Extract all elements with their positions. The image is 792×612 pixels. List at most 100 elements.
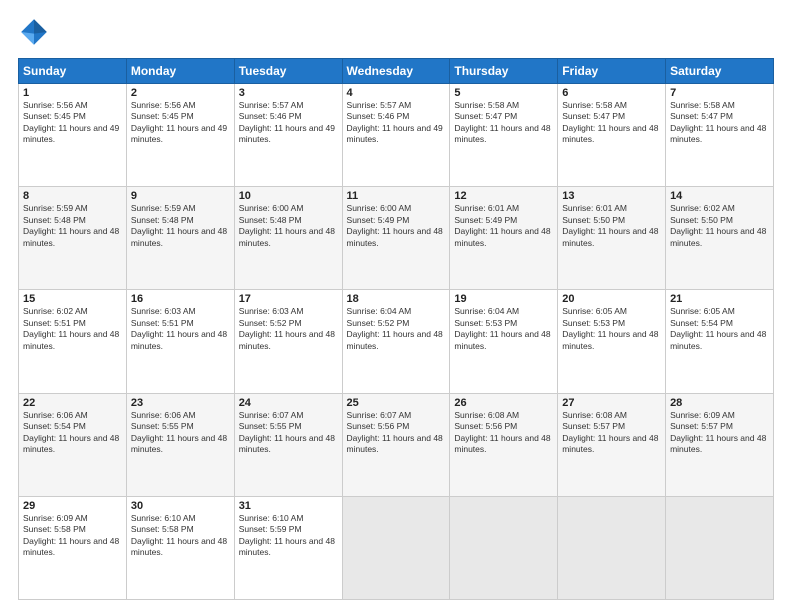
calendar-cell: 8Sunrise: 5:59 AMSunset: 5:48 PMDaylight…	[19, 187, 127, 290]
day-info: Sunrise: 6:06 AMSunset: 5:55 PMDaylight:…	[131, 410, 227, 454]
day-number: 29	[23, 500, 122, 512]
calendar-cell	[450, 496, 558, 599]
day-info: Sunrise: 6:10 AMSunset: 5:59 PMDaylight:…	[239, 513, 335, 557]
calendar-header-row: SundayMondayTuesdayWednesdayThursdayFrid…	[19, 59, 774, 84]
calendar-cell: 17Sunrise: 6:03 AMSunset: 5:52 PMDayligh…	[234, 290, 342, 393]
calendar-cell: 2Sunrise: 5:56 AMSunset: 5:45 PMDaylight…	[126, 84, 234, 187]
calendar-cell: 19Sunrise: 6:04 AMSunset: 5:53 PMDayligh…	[450, 290, 558, 393]
day-number: 13	[562, 190, 661, 202]
day-number: 6	[562, 87, 661, 99]
calendar-cell	[666, 496, 774, 599]
day-info: Sunrise: 6:06 AMSunset: 5:54 PMDaylight:…	[23, 410, 119, 454]
day-number: 14	[670, 190, 769, 202]
day-info: Sunrise: 6:04 AMSunset: 5:53 PMDaylight:…	[454, 306, 550, 350]
day-number: 3	[239, 87, 338, 99]
day-number: 2	[131, 87, 230, 99]
calendar-week-5: 29Sunrise: 6:09 AMSunset: 5:58 PMDayligh…	[19, 496, 774, 599]
day-info: Sunrise: 6:01 AMSunset: 5:50 PMDaylight:…	[562, 203, 658, 247]
calendar-cell: 16Sunrise: 6:03 AMSunset: 5:51 PMDayligh…	[126, 290, 234, 393]
day-number: 25	[347, 397, 446, 409]
day-number: 19	[454, 293, 553, 305]
calendar-cell: 20Sunrise: 6:05 AMSunset: 5:53 PMDayligh…	[558, 290, 666, 393]
calendar-cell: 15Sunrise: 6:02 AMSunset: 5:51 PMDayligh…	[19, 290, 127, 393]
day-info: Sunrise: 5:59 AMSunset: 5:48 PMDaylight:…	[23, 203, 119, 247]
day-number: 20	[562, 293, 661, 305]
day-number: 28	[670, 397, 769, 409]
day-number: 21	[670, 293, 769, 305]
calendar-cell: 21Sunrise: 6:05 AMSunset: 5:54 PMDayligh…	[666, 290, 774, 393]
calendar-cell: 1Sunrise: 5:56 AMSunset: 5:45 PMDaylight…	[19, 84, 127, 187]
day-number: 11	[347, 190, 446, 202]
calendar-cell	[342, 496, 450, 599]
calendar-cell: 18Sunrise: 6:04 AMSunset: 5:52 PMDayligh…	[342, 290, 450, 393]
calendar-cell: 26Sunrise: 6:08 AMSunset: 5:56 PMDayligh…	[450, 393, 558, 496]
day-number: 7	[670, 87, 769, 99]
calendar-cell: 25Sunrise: 6:07 AMSunset: 5:56 PMDayligh…	[342, 393, 450, 496]
calendar-cell: 31Sunrise: 6:10 AMSunset: 5:59 PMDayligh…	[234, 496, 342, 599]
day-number: 15	[23, 293, 122, 305]
day-number: 1	[23, 87, 122, 99]
day-number: 8	[23, 190, 122, 202]
day-info: Sunrise: 5:59 AMSunset: 5:48 PMDaylight:…	[131, 203, 227, 247]
day-header-saturday: Saturday	[666, 59, 774, 84]
day-header-wednesday: Wednesday	[342, 59, 450, 84]
day-info: Sunrise: 6:03 AMSunset: 5:51 PMDaylight:…	[131, 306, 227, 350]
day-info: Sunrise: 6:10 AMSunset: 5:58 PMDaylight:…	[131, 513, 227, 557]
day-info: Sunrise: 6:09 AMSunset: 5:57 PMDaylight:…	[670, 410, 766, 454]
day-info: Sunrise: 6:02 AMSunset: 5:50 PMDaylight:…	[670, 203, 766, 247]
day-number: 23	[131, 397, 230, 409]
day-info: Sunrise: 6:00 AMSunset: 5:49 PMDaylight:…	[347, 203, 443, 247]
day-info: Sunrise: 6:03 AMSunset: 5:52 PMDaylight:…	[239, 306, 335, 350]
calendar-cell: 30Sunrise: 6:10 AMSunset: 5:58 PMDayligh…	[126, 496, 234, 599]
day-header-thursday: Thursday	[450, 59, 558, 84]
calendar-cell: 22Sunrise: 6:06 AMSunset: 5:54 PMDayligh…	[19, 393, 127, 496]
calendar-cell: 12Sunrise: 6:01 AMSunset: 5:49 PMDayligh…	[450, 187, 558, 290]
day-info: Sunrise: 5:57 AMSunset: 5:46 PMDaylight:…	[347, 100, 443, 144]
calendar-cell: 10Sunrise: 6:00 AMSunset: 5:48 PMDayligh…	[234, 187, 342, 290]
day-info: Sunrise: 5:56 AMSunset: 5:45 PMDaylight:…	[23, 100, 119, 144]
day-info: Sunrise: 5:58 AMSunset: 5:47 PMDaylight:…	[562, 100, 658, 144]
day-number: 24	[239, 397, 338, 409]
day-number: 31	[239, 500, 338, 512]
day-info: Sunrise: 5:58 AMSunset: 5:47 PMDaylight:…	[454, 100, 550, 144]
day-number: 4	[347, 87, 446, 99]
day-number: 9	[131, 190, 230, 202]
day-header-sunday: Sunday	[19, 59, 127, 84]
calendar-cell: 11Sunrise: 6:00 AMSunset: 5:49 PMDayligh…	[342, 187, 450, 290]
day-header-monday: Monday	[126, 59, 234, 84]
day-number: 5	[454, 87, 553, 99]
calendar-cell: 13Sunrise: 6:01 AMSunset: 5:50 PMDayligh…	[558, 187, 666, 290]
calendar-cell: 14Sunrise: 6:02 AMSunset: 5:50 PMDayligh…	[666, 187, 774, 290]
day-number: 10	[239, 190, 338, 202]
calendar-cell: 5Sunrise: 5:58 AMSunset: 5:47 PMDaylight…	[450, 84, 558, 187]
calendar-week-2: 8Sunrise: 5:59 AMSunset: 5:48 PMDaylight…	[19, 187, 774, 290]
header	[18, 16, 774, 48]
day-header-friday: Friday	[558, 59, 666, 84]
calendar-cell: 23Sunrise: 6:06 AMSunset: 5:55 PMDayligh…	[126, 393, 234, 496]
day-number: 26	[454, 397, 553, 409]
calendar-cell: 28Sunrise: 6:09 AMSunset: 5:57 PMDayligh…	[666, 393, 774, 496]
logo	[18, 16, 56, 48]
calendar-week-4: 22Sunrise: 6:06 AMSunset: 5:54 PMDayligh…	[19, 393, 774, 496]
calendar-week-1: 1Sunrise: 5:56 AMSunset: 5:45 PMDaylight…	[19, 84, 774, 187]
calendar-cell: 3Sunrise: 5:57 AMSunset: 5:46 PMDaylight…	[234, 84, 342, 187]
day-info: Sunrise: 5:58 AMSunset: 5:47 PMDaylight:…	[670, 100, 766, 144]
page: SundayMondayTuesdayWednesdayThursdayFrid…	[0, 0, 792, 612]
day-info: Sunrise: 6:00 AMSunset: 5:48 PMDaylight:…	[239, 203, 335, 247]
day-number: 27	[562, 397, 661, 409]
day-info: Sunrise: 5:56 AMSunset: 5:45 PMDaylight:…	[131, 100, 227, 144]
day-info: Sunrise: 6:04 AMSunset: 5:52 PMDaylight:…	[347, 306, 443, 350]
calendar-cell: 24Sunrise: 6:07 AMSunset: 5:55 PMDayligh…	[234, 393, 342, 496]
day-info: Sunrise: 6:07 AMSunset: 5:56 PMDaylight:…	[347, 410, 443, 454]
day-number: 12	[454, 190, 553, 202]
day-number: 16	[131, 293, 230, 305]
calendar-table: SundayMondayTuesdayWednesdayThursdayFrid…	[18, 58, 774, 600]
day-info: Sunrise: 5:57 AMSunset: 5:46 PMDaylight:…	[239, 100, 335, 144]
calendar-cell: 27Sunrise: 6:08 AMSunset: 5:57 PMDayligh…	[558, 393, 666, 496]
day-number: 18	[347, 293, 446, 305]
day-header-tuesday: Tuesday	[234, 59, 342, 84]
day-info: Sunrise: 6:09 AMSunset: 5:58 PMDaylight:…	[23, 513, 119, 557]
day-info: Sunrise: 6:08 AMSunset: 5:56 PMDaylight:…	[454, 410, 550, 454]
logo-icon	[18, 16, 50, 48]
calendar-cell	[558, 496, 666, 599]
